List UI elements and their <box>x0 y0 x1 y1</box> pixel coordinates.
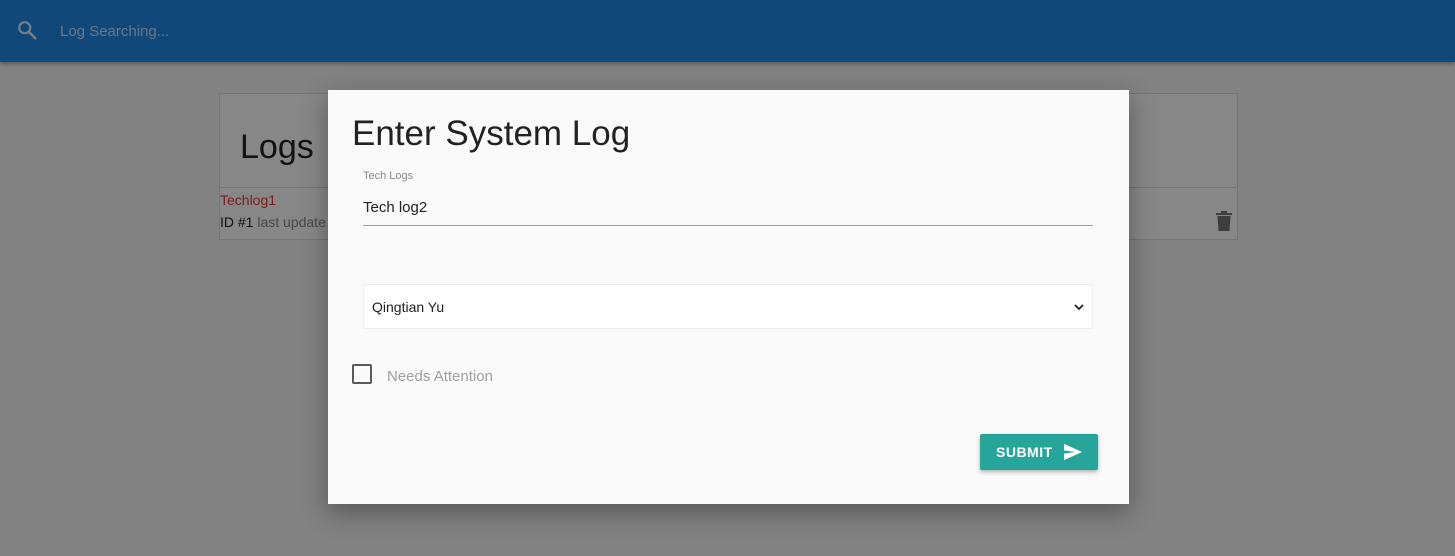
send-icon <box>1064 443 1082 461</box>
chevron-down-icon <box>1074 304 1084 311</box>
tech-logs-input[interactable] <box>363 190 1093 226</box>
add-log-modal: Enter System Log Tech Logs Qingtian Yu N… <box>328 90 1129 504</box>
tech-logs-label: Tech Logs <box>363 170 414 182</box>
submit-button-label: SUBMIT <box>996 444 1053 460</box>
needs-attention-label[interactable]: Needs Attention <box>387 368 493 385</box>
needs-attention-checkbox[interactable] <box>352 364 372 384</box>
technician-select[interactable]: Qingtian Yu <box>363 284 1093 329</box>
modal-title: Enter System Log <box>352 114 631 153</box>
submit-button[interactable]: SUBMIT <box>980 434 1098 470</box>
technician-select-value: Qingtian Yu <box>372 298 445 315</box>
